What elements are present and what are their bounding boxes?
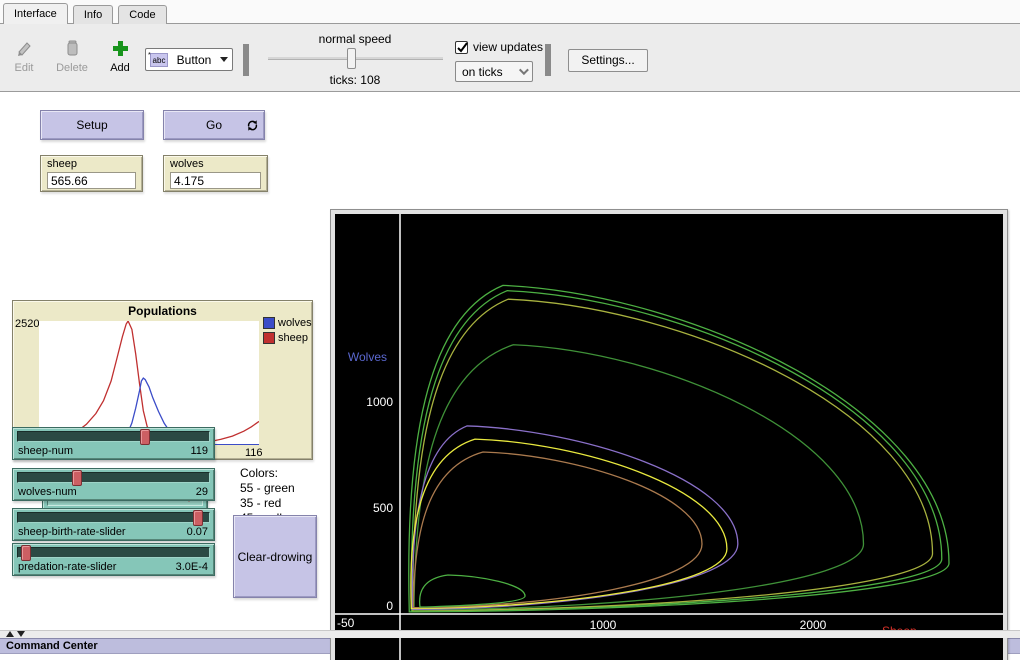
x-tick-neg50: -50 [337, 616, 355, 630]
toolbar-separator-2 [545, 44, 551, 76]
slider-groove[interactable] [17, 431, 210, 442]
toolbar-separator [243, 44, 249, 76]
sheep-pen-swatch [263, 332, 275, 344]
world-view[interactable]: Wolves 1000 500 0 -50 -50 1000 2000 Shee… [330, 209, 1008, 660]
wolves-num-slider[interactable]: wolves-num 29 [12, 468, 215, 501]
monitor-value: 565.66 [47, 172, 136, 189]
splitter-arrows[interactable] [6, 631, 25, 637]
plot-xmax-label: 116 [245, 447, 263, 459]
predation-rate-slider[interactable]: predation-rate-slider 3.0E-4 [12, 543, 215, 576]
colors-note-title: Colors: [240, 466, 298, 481]
view-updates-label: view updates [473, 40, 543, 54]
speed-slider-handle[interactable] [347, 48, 356, 69]
colors-note-line: 55 - green [240, 481, 298, 496]
slider-handle[interactable] [140, 429, 150, 445]
sheep-birth-rate-slider[interactable]: sheep-birth-rate-slider 0.07 [12, 508, 215, 541]
delete-button[interactable]: Delete [52, 38, 92, 74]
update-mode-dropdown[interactable]: on ticks [455, 61, 533, 82]
y-tick-500: 500 [373, 501, 393, 515]
tab-info[interactable]: Info [73, 5, 113, 25]
y-tick-0: 0 [386, 599, 393, 613]
pencil-icon [4, 38, 44, 60]
chevron-down-icon [519, 65, 529, 75]
y-tick-1000: 1000 [366, 395, 393, 409]
slider-handle[interactable] [21, 545, 31, 561]
colors-note-line: 35 - red [240, 496, 298, 511]
speed-slider-label: normal speed [280, 32, 430, 46]
slider-handle[interactable] [72, 470, 82, 486]
widget-type-dropdown[interactable]: *abc Button [145, 48, 233, 71]
plus-icon [100, 38, 140, 60]
view-updates-checkbox[interactable] [455, 41, 468, 54]
legend-item-sheep: sheep [263, 332, 312, 344]
checkmark-icon [456, 41, 469, 54]
legend-item-wolves: wolves [263, 317, 312, 329]
plot-ymax-label: 2520 [15, 318, 37, 330]
view-updates-group: view updates [455, 40, 543, 54]
clear-drawing-button[interactable]: Clear-drowing [233, 515, 317, 598]
expand-icon [6, 631, 14, 637]
tab-interface[interactable]: Interface [3, 3, 68, 24]
slider-handle[interactable] [193, 510, 203, 526]
button-widget-icon: *abc [150, 53, 168, 67]
setup-button[interactable]: Setup [40, 110, 144, 140]
slider-groove[interactable] [17, 547, 210, 558]
dropdown-arrow-icon [220, 57, 228, 62]
add-label: Add [100, 62, 140, 74]
interface-canvas: Setup Go sheep 565.66 wolves 4.175 Popul… [0, 92, 1020, 630]
go-button[interactable]: Go [163, 110, 265, 140]
add-button[interactable]: Add [100, 38, 140, 74]
monitor-value: 4.175 [170, 172, 261, 189]
widget-type-label: Button [168, 53, 220, 67]
sheep-num-slider[interactable]: sheep-num 119 [12, 427, 215, 460]
toolbar: Edit Delete Add *abc Button normal speed… [0, 24, 1020, 92]
edit-label: Edit [4, 62, 44, 74]
update-mode-value: on ticks [462, 65, 503, 79]
ticks-counter: ticks: 108 [280, 73, 430, 87]
edit-button[interactable]: Edit [4, 38, 44, 74]
forever-icon [246, 119, 259, 135]
wolves-monitor: wolves 4.175 [163, 155, 268, 192]
wolves-pen-swatch [263, 317, 275, 329]
delete-label: Delete [52, 62, 92, 74]
command-center-title: Command Center [6, 640, 98, 652]
plot-legend: wolves sheep [263, 317, 312, 347]
trash-icon [52, 38, 92, 60]
command-center-splitter[interactable] [0, 630, 1020, 638]
monitor-label: wolves [170, 158, 204, 170]
sheep-monitor: sheep 565.66 [40, 155, 143, 192]
y-axis-title: Wolves [348, 350, 387, 364]
world-canvas: Wolves 1000 500 0 -50 -50 1000 2000 Shee… [335, 214, 1003, 660]
slider-groove[interactable] [17, 472, 210, 483]
settings-button[interactable]: Settings... [568, 49, 648, 72]
phase-trajectories [409, 285, 949, 611]
tab-code[interactable]: Code [118, 5, 166, 25]
slider-groove[interactable] [17, 512, 210, 523]
collapse-icon [17, 631, 25, 637]
tab-strip: Interface Info Code [0, 0, 1020, 24]
plot-title: Populations [13, 304, 312, 318]
monitor-label: sheep [47, 158, 77, 170]
